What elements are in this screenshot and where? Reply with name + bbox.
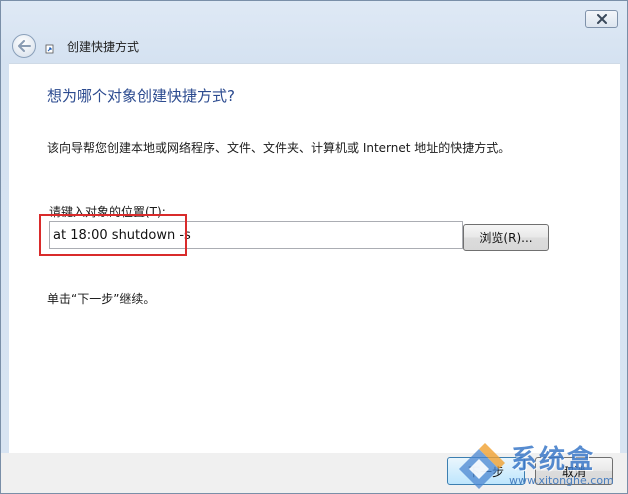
back-arrow-icon <box>18 40 31 52</box>
page-heading: 想为哪个对象创建快捷方式? <box>47 87 235 105</box>
location-input[interactable] <box>49 221 463 249</box>
location-label: 请键入对象的位置(T): <box>49 205 166 219</box>
next-button[interactable]: 下一步 <box>447 457 525 485</box>
close-icon <box>596 14 607 24</box>
create-shortcut-window: 创建快捷方式 想为哪个对象创建快捷方式? 该向导帮您创建本地或网络程序、文件、文… <box>0 0 628 494</box>
back-button[interactable] <box>12 34 36 58</box>
browse-button[interactable]: 浏览(R)... <box>463 224 549 251</box>
continue-hint: 单击“下一步”继续。 <box>47 292 156 306</box>
cancel-button[interactable]: 取消 <box>535 457 613 485</box>
wizard-title: 创建快捷方式 <box>67 40 140 54</box>
wizard-description: 该向导帮您创建本地或网络程序、文件、文件夹、计算机或 Internet 地址的快… <box>47 141 511 155</box>
button-bar <box>1 453 627 493</box>
shortcut-icon <box>45 40 57 54</box>
wizard-content: 想为哪个对象创建快捷方式? 该向导帮您创建本地或网络程序、文件、文件夹、计算机或… <box>9 63 620 454</box>
close-button[interactable] <box>585 10 618 28</box>
